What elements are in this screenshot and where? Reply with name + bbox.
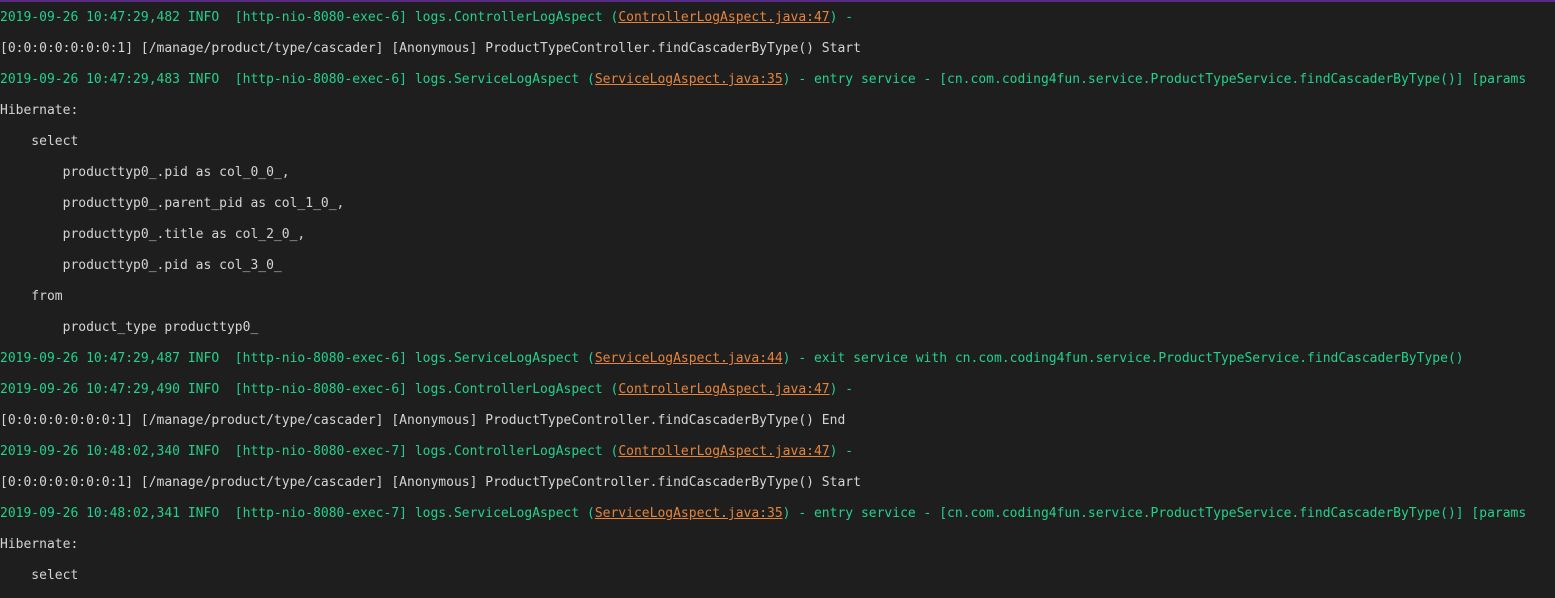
log-line: 2019-09-26 10:47:29,482 INFO [http-nio-8… (0, 2, 853, 33)
log-line: select (0, 568, 79, 583)
log-text: 2019-09-26 10:47:29,487 INFO [http-nio-8… (0, 351, 595, 366)
log-text: ) - (829, 382, 854, 397)
log-text: 2019-09-26 10:47:29,490 INFO [http-nio-8… (0, 382, 619, 397)
log-line: 2019-09-26 10:48:02,340 INFO [http-nio-8… (0, 436, 853, 467)
log-line: producttyp0_.title as col_2_0_, (0, 227, 306, 242)
log-line: producttyp0_.parent_pid as col_1_0_, (0, 196, 345, 211)
source-link[interactable]: ServiceLogAspect.java:35 (595, 72, 783, 87)
log-line: [0:0:0:0:0:0:0:1] [/manage/product/type/… (0, 475, 861, 490)
log-line: 2019-09-26 10:47:29,487 INFO [http-nio-8… (0, 343, 1464, 374)
log-line: producttyp0_.pid as col_3_0_ (0, 258, 282, 273)
log-line: [0:0:0:0:0:0:0:1] [/manage/product/type/… (0, 413, 846, 428)
log-line: Hibernate: (0, 537, 79, 552)
log-text: ) - exit service with cn.com.coding4fun.… (782, 351, 1464, 366)
source-link[interactable]: ControllerLogAspect.java:47 (618, 382, 829, 397)
source-link[interactable]: ControllerLogAspect.java:47 (618, 444, 829, 459)
terminal-output[interactable]: 2019-09-26 10:47:29,482 INFO [http-nio-8… (0, 2, 1555, 598)
log-text: ) - entry service - [cn.com.coding4fun.s… (782, 72, 1527, 87)
log-text: ) - entry service - [cn.com.coding4fun.s… (782, 506, 1527, 521)
log-line: product_type producttyp0_ (0, 320, 259, 335)
log-line: [0:0:0:0:0:0:0:1] [/manage/product/type/… (0, 41, 861, 56)
source-link[interactable]: ServiceLogAspect.java:35 (595, 506, 783, 521)
log-line: producttyp0_.pid as col_0_0_, (0, 165, 290, 180)
log-line: 2019-09-26 10:47:29,490 INFO [http-nio-8… (0, 374, 853, 405)
log-line: 2019-09-26 10:47:29,483 INFO [http-nio-8… (0, 64, 1526, 95)
log-text: 2019-09-26 10:47:29,482 INFO [http-nio-8… (0, 10, 619, 25)
log-line: 2019-09-26 10:48:02,341 INFO [http-nio-8… (0, 498, 1526, 529)
source-link[interactable]: ControllerLogAspect.java:47 (618, 10, 829, 25)
log-text: ) - (829, 444, 854, 459)
log-text: ) - (829, 10, 854, 25)
source-link[interactable]: ServiceLogAspect.java:44 (595, 351, 783, 366)
log-text: 2019-09-26 10:47:29,483 INFO [http-nio-8… (0, 72, 595, 87)
log-text: 2019-09-26 10:48:02,340 INFO [http-nio-8… (0, 444, 619, 459)
log-line: select (0, 134, 79, 149)
log-line: from (0, 289, 63, 304)
log-line: Hibernate: (0, 103, 79, 118)
log-text: 2019-09-26 10:48:02,341 INFO [http-nio-8… (0, 506, 595, 521)
